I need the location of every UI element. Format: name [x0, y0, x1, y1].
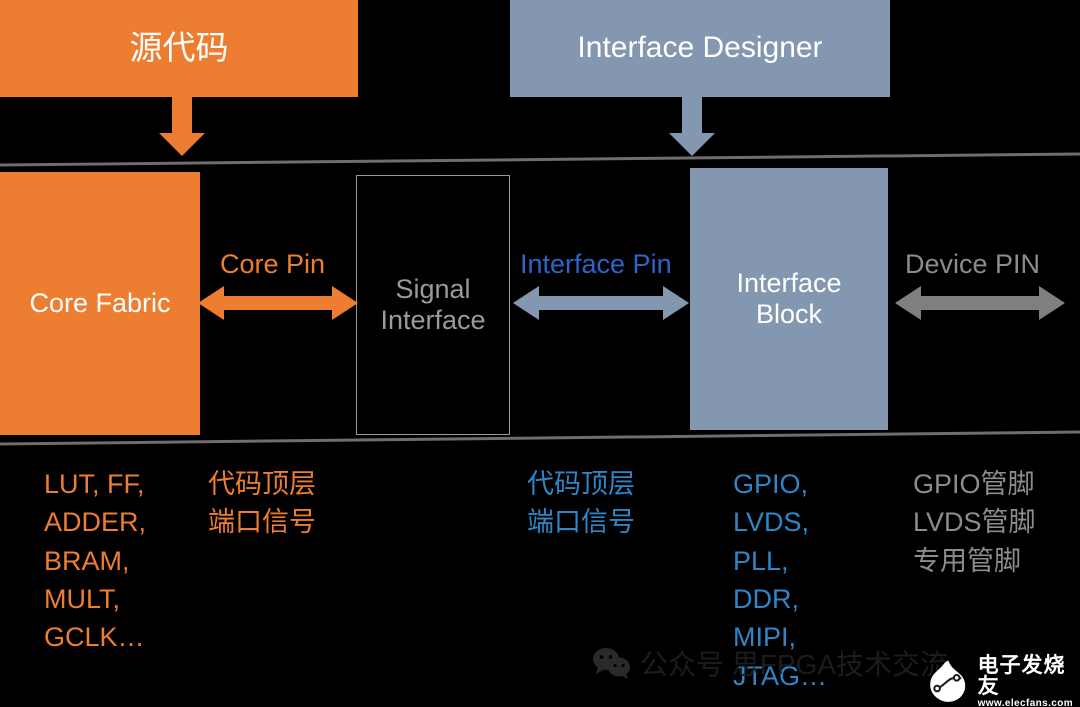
legend-core-ports: 代码顶层 端口信号: [208, 469, 316, 538]
interface-block-box: Interface Block: [690, 168, 888, 430]
signal-interface-box: Signal Interface: [356, 175, 510, 435]
source-code-label: 源代码: [129, 29, 229, 67]
divider-line-top: [0, 152, 1080, 167]
diagram-canvas: 源代码 Interface Designer Core Fabric Signa…: [0, 0, 1080, 707]
source-code-box: 源代码: [0, 0, 358, 97]
legend-interface-ports: 代码顶层 端口信号: [527, 469, 635, 538]
legend-device-pins: GPIO管脚 LVDS管脚 专用管脚: [913, 469, 1036, 576]
legend-core-resources: LUT, FF, ADDER, BRAM, MULT, GCLK…: [44, 469, 147, 653]
wechat-watermark-text: 公众号 思FPGA技术交流: [640, 649, 949, 680]
core-pin-double-arrow-icon: [198, 286, 358, 320]
device-pin-label: Device PIN: [905, 249, 1041, 279]
wechat-watermark: 公众号 思FPGA技术交流: [592, 643, 948, 683]
elecfans-text: 电子发烧友 www.elecfans.com: [978, 655, 1080, 707]
interface-block-label: Interface Block: [736, 267, 842, 329]
device-pin-double-arrow-icon: [895, 286, 1065, 320]
elecfans-flame-circuit-icon: [930, 660, 966, 702]
core-fabric-label: Core Fabric: [29, 287, 171, 318]
core-fabric-box: Core Fabric: [0, 172, 200, 435]
interface-pin-label: Interface Pin: [520, 249, 672, 279]
interface-designer-box: Interface Designer: [510, 0, 890, 97]
signal-interface-label: Signal Interface: [380, 273, 486, 335]
elecfans-brand-name: 电子发烧友: [977, 654, 1066, 698]
elecfans-logo: 电子发烧友 www.elecfans.com: [925, 655, 1080, 707]
wechat-icon: [593, 648, 630, 679]
divider-line-bottom: [0, 430, 1080, 446]
elecfans-url: www.elecfans.com: [977, 698, 1074, 707]
interface-designer-label: Interface Designer: [577, 31, 823, 65]
interface-pin-double-arrow-icon: [513, 286, 689, 320]
core-pin-label: Core Pin: [220, 249, 326, 279]
